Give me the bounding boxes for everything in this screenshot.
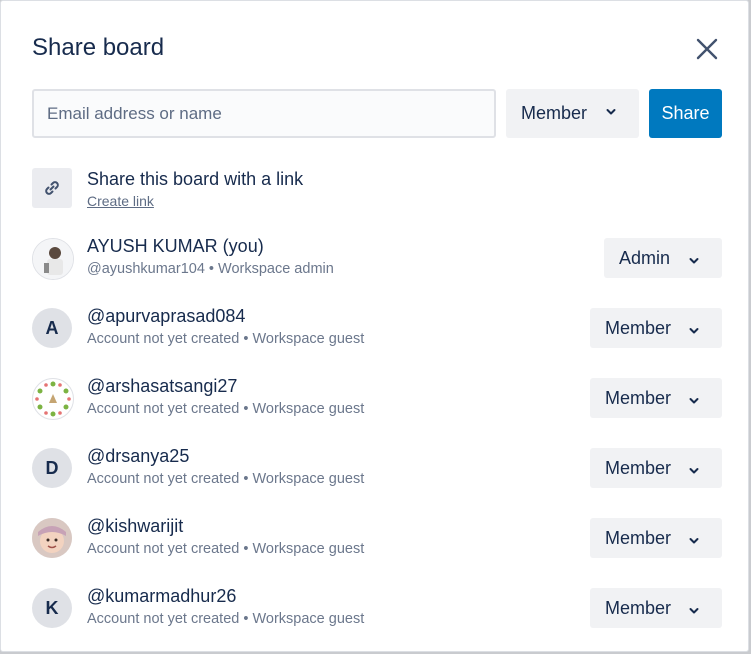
avatar[interactable]: D	[32, 448, 72, 488]
chevron-down-icon	[688, 531, 700, 552]
member-name: @kumarmadhur26	[87, 586, 237, 606]
chevron-down-icon	[688, 601, 700, 622]
member-row: A @apurvaprasad084 Account not yet created…	[1, 306, 748, 368]
member-role-label: Admin	[619, 247, 671, 268]
member-name: @arshasatsangi27	[87, 376, 238, 396]
role-select-button[interactable]: Member	[506, 89, 639, 138]
member-subtitle: Account not yet created • Workspace gues…	[87, 541, 365, 557]
member-name: @apurvaprasad084	[87, 306, 246, 326]
share-link-title: Share this board with a link	[87, 169, 304, 189]
avatar[interactable]	[32, 378, 74, 420]
member-role-button[interactable]: Member	[590, 518, 722, 558]
link-icon	[32, 168, 72, 208]
member-role-button[interactable]: Member	[590, 588, 722, 628]
chevron-down-icon	[688, 321, 700, 342]
create-link-link[interactable]: Create link	[87, 193, 154, 209]
email-input[interactable]	[32, 89, 496, 138]
member-role-label: Member	[605, 457, 672, 478]
role-select-label: Member	[521, 103, 588, 123]
member-role-label: Member	[605, 597, 672, 618]
member-subtitle: Account not yet created • Workspace gues…	[87, 611, 365, 627]
share-button[interactable]: Share	[649, 89, 722, 138]
member-row: AYUSH KUMAR (you) @ayushkumar104 • Worksp…	[1, 236, 748, 298]
member-row: K @kumarmadhur26 Account not yet created •…	[1, 586, 748, 648]
member-subtitle: @ayushkumar104 • Workspace admin	[87, 261, 334, 277]
member-subtitle: Account not yet created • Workspace gues…	[87, 471, 365, 487]
avatar[interactable]: K	[32, 588, 72, 628]
member-row: D @drsanya25 Account not yet created • Wor…	[1, 446, 748, 508]
chevron-down-icon	[688, 391, 700, 412]
member-role-button[interactable]: Member	[590, 448, 722, 488]
member-role-button[interactable]: Member	[590, 378, 722, 418]
member-role-label: Member	[605, 387, 672, 408]
share-board-dialog: Share board Member Share Share this boar…	[0, 0, 749, 652]
chevron-down-icon	[605, 102, 617, 123]
dialog-title: Share board	[32, 34, 165, 61]
member-name: @drsanya25	[87, 446, 190, 466]
member-name: AYUSH KUMAR (you)	[87, 236, 264, 256]
avatar[interactable]	[32, 238, 74, 280]
avatar[interactable]	[32, 518, 72, 558]
chevron-down-icon	[688, 461, 700, 482]
member-row: @kishwarijit Account not yet created • Wo…	[1, 516, 748, 578]
member-row: @arshasatsangi27 Account not yet created …	[1, 376, 748, 438]
member-name: @kishwarijit	[87, 516, 184, 536]
member-role-label: Member	[605, 527, 672, 548]
member-role-label: Member	[605, 317, 672, 338]
avatar[interactable]: A	[32, 308, 72, 348]
member-role-button[interactable]: Member	[590, 308, 722, 348]
member-role-button[interactable]: Admin	[604, 238, 722, 278]
chevron-down-icon	[688, 251, 700, 272]
member-subtitle: Account not yet created • Workspace gues…	[87, 401, 365, 417]
member-subtitle: Account not yet created • Workspace gues…	[87, 331, 365, 347]
close-icon[interactable]	[694, 36, 720, 62]
